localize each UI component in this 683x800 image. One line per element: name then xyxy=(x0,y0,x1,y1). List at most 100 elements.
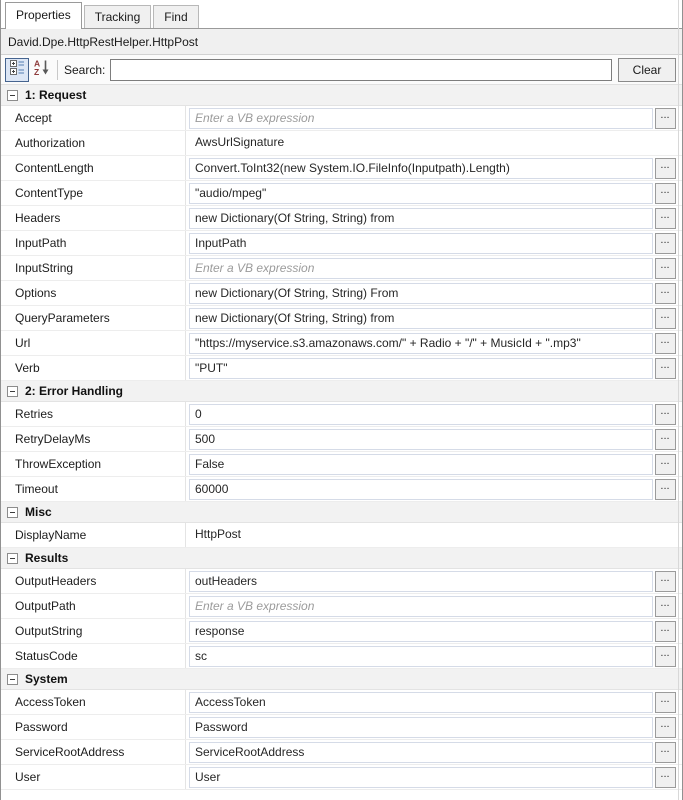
property-value[interactable]: Enter a VB expression xyxy=(189,596,653,617)
property-label: User xyxy=(1,765,186,789)
category-header[interactable]: Misc xyxy=(1,502,682,523)
property-value-cell: Password xyxy=(186,715,653,739)
property-row: Retries 0 ... xyxy=(1,402,682,427)
property-row: QueryParameters new Dictionary(Of String… xyxy=(1,306,682,331)
property-label: Accept xyxy=(1,106,186,130)
ellipsis-button[interactable]: ... xyxy=(655,183,676,204)
activity-type-title: David.Dpe.HttpRestHelper.HttpPost xyxy=(8,35,198,49)
property-value[interactable]: response xyxy=(189,621,653,642)
property-value-cell: User xyxy=(186,765,653,789)
property-value[interactable]: False xyxy=(189,454,653,475)
property-row: Headers new Dictionary(Of String, String… xyxy=(1,206,682,231)
property-value-cell: sc xyxy=(186,644,653,668)
property-value[interactable]: 0 xyxy=(189,404,653,425)
property-row: Timeout 60000 ... xyxy=(1,477,682,502)
property-row: Accept Enter a VB expression ... xyxy=(1,106,682,131)
ellipsis-button[interactable]: ... xyxy=(655,108,676,129)
tab-tracking[interactable]: Tracking xyxy=(84,5,152,28)
property-value[interactable]: new Dictionary(Of String, String) From xyxy=(189,283,653,304)
sort-alphabetical-button[interactable]: A Z xyxy=(29,58,53,82)
property-row: Password Password ... xyxy=(1,715,682,740)
category-header[interactable]: Results xyxy=(1,548,682,569)
ellipsis-button[interactable]: ... xyxy=(655,646,676,667)
tab-properties[interactable]: Properties xyxy=(5,2,82,29)
property-value[interactable]: Enter a VB expression xyxy=(189,108,653,129)
ellipsis-button[interactable]: ... xyxy=(655,233,676,254)
ellipsis-button[interactable]: ... xyxy=(655,717,676,738)
property-value-cell: outHeaders xyxy=(186,569,653,593)
ellipsis-button[interactable]: ... xyxy=(655,767,676,788)
property-value[interactable]: "audio/mpeg" xyxy=(189,183,653,204)
collapse-minus-icon[interactable] xyxy=(7,90,18,101)
property-value[interactable]: "PUT" xyxy=(189,358,653,379)
collapse-minus-icon[interactable] xyxy=(7,553,18,564)
property-value: AwsUrlSignature xyxy=(189,133,653,154)
ellipsis-button[interactable]: ... xyxy=(655,692,676,713)
ellipsis-button[interactable]: ... xyxy=(655,454,676,475)
property-label: Verb xyxy=(1,356,186,380)
collapse-minus-icon[interactable] xyxy=(7,386,18,397)
ellipsis-button[interactable]: ... xyxy=(655,158,676,179)
property-value[interactable]: Enter a VB expression xyxy=(189,258,653,279)
property-label: Authorization xyxy=(1,131,186,155)
property-row: ServiceRootAddress ServiceRootAddress ..… xyxy=(1,740,682,765)
collapse-minus-icon[interactable] xyxy=(7,507,18,518)
property-value[interactable]: Password xyxy=(189,717,653,738)
property-value[interactable]: 60000 xyxy=(189,479,653,500)
tab-find[interactable]: Find xyxy=(153,5,198,28)
ellipsis-button[interactable]: ... xyxy=(655,621,676,642)
category-header[interactable]: 2: Error Handling xyxy=(1,381,682,402)
property-value[interactable]: ServiceRootAddress xyxy=(189,742,653,763)
ellipsis-button[interactable]: ... xyxy=(655,333,676,354)
property-row: DisplayName HttpPost ... xyxy=(1,523,682,548)
property-value[interactable]: sc xyxy=(189,646,653,667)
property-value[interactable]: "https://myservice.s3.amazonaws.com/" + … xyxy=(189,333,653,354)
ellipsis-button[interactable]: ... xyxy=(655,358,676,379)
property-value[interactable]: outHeaders xyxy=(189,571,653,592)
property-value-cell: 60000 xyxy=(186,477,653,501)
category-header[interactable]: 1: Request xyxy=(1,85,682,106)
property-row: InputPath InputPath ... xyxy=(1,231,682,256)
property-row: AccessToken AccessToken ... xyxy=(1,690,682,715)
property-label: InputPath xyxy=(1,231,186,255)
ellipsis-button[interactable]: ... xyxy=(655,308,676,329)
category-header[interactable]: System xyxy=(1,669,682,690)
property-value[interactable]: Convert.ToInt32(new System.IO.FileInfo(I… xyxy=(189,158,653,179)
property-toolbar: A Z Search: Clear xyxy=(1,55,682,85)
property-label: OutputPath xyxy=(1,594,186,618)
ellipsis-button[interactable]: ... xyxy=(655,429,676,450)
ellipsis-button[interactable]: ... xyxy=(655,742,676,763)
property-value-cell: "PUT" xyxy=(186,356,653,380)
ellipsis-button[interactable]: ... xyxy=(655,479,676,500)
clear-search-button[interactable]: Clear xyxy=(618,58,676,82)
search-input[interactable] xyxy=(110,59,612,81)
property-label: OutputString xyxy=(1,619,186,643)
property-label: Timeout xyxy=(1,477,186,501)
property-label: AccessToken xyxy=(1,690,186,714)
property-value[interactable]: new Dictionary(Of String, String) from xyxy=(189,308,653,329)
ellipsis-button[interactable]: ... xyxy=(655,208,676,229)
categorized-view-button[interactable] xyxy=(5,58,29,82)
property-value-cell: 500 xyxy=(186,427,653,451)
ellipsis-button[interactable]: ... xyxy=(655,596,676,617)
ellipsis-button[interactable]: ... xyxy=(655,404,676,425)
ellipsis-button[interactable]: ... xyxy=(655,258,676,279)
ellipsis-button[interactable]: ... xyxy=(655,283,676,304)
property-value[interactable]: 500 xyxy=(189,429,653,450)
collapse-minus-icon[interactable] xyxy=(7,674,18,685)
tab-tracking-label: Tracking xyxy=(95,10,141,24)
property-value[interactable]: new Dictionary(Of String, String) from xyxy=(189,208,653,229)
property-value[interactable]: User xyxy=(189,767,653,788)
property-value-cell: "audio/mpeg" xyxy=(186,181,653,205)
sort-alphabetical-icon: A Z xyxy=(33,59,50,81)
property-row: OutputPath Enter a VB expression ... xyxy=(1,594,682,619)
ellipsis-button[interactable]: ... xyxy=(655,571,676,592)
property-value[interactable]: AccessToken xyxy=(189,692,653,713)
property-row: StatusCode sc ... xyxy=(1,644,682,669)
properties-panel: Properties Tracking Find David.Dpe.HttpR… xyxy=(0,0,683,800)
property-value-cell: AwsUrlSignature xyxy=(186,131,653,155)
property-label: RetryDelayMs xyxy=(1,427,186,451)
property-row: Verb "PUT" ... xyxy=(1,356,682,381)
property-value-cell: AccessToken xyxy=(186,690,653,714)
property-value[interactable]: InputPath xyxy=(189,233,653,254)
